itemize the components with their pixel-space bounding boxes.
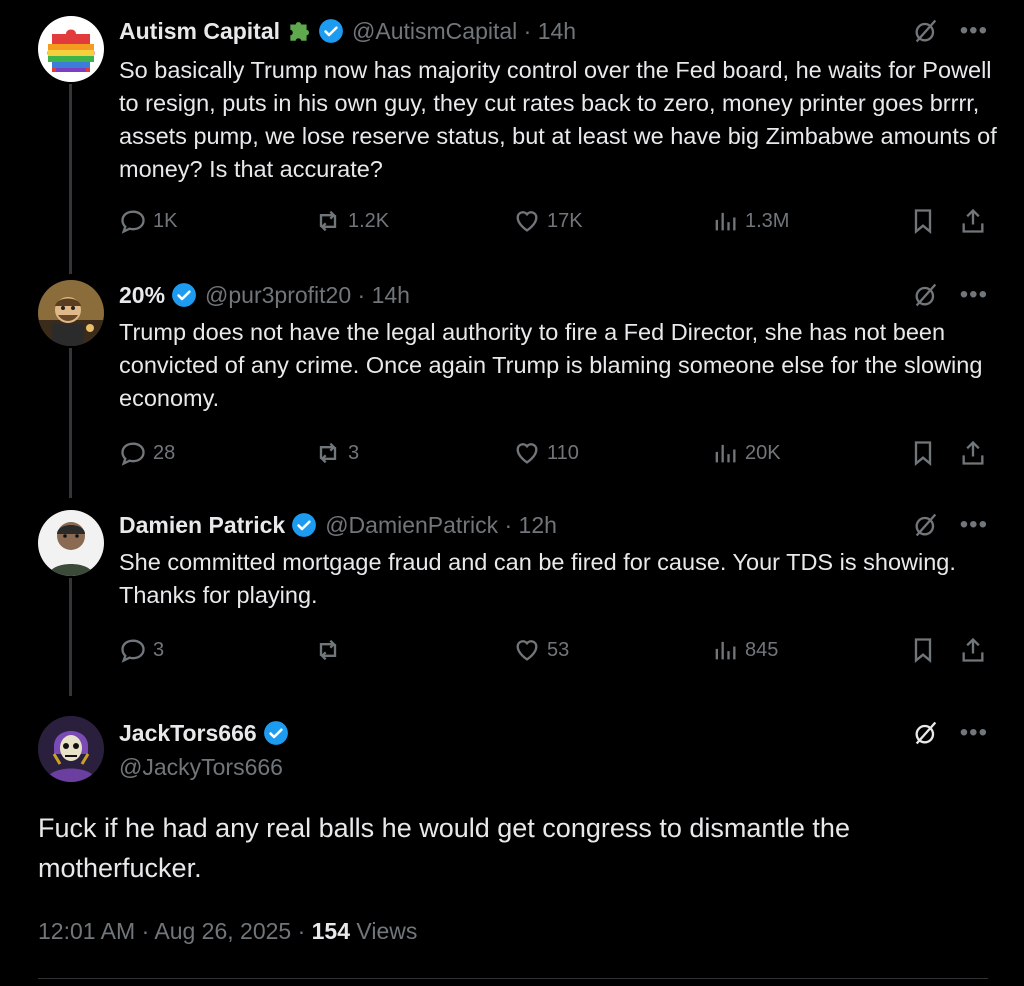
avatar[interactable] (38, 510, 104, 576)
handle[interactable]: @JackyTors666 (119, 754, 283, 781)
avatar[interactable] (38, 16, 104, 82)
tweet-text: Trump does not have the legal authority … (119, 319, 983, 411)
tweet-header: Damien Patrick @DamienPatrick · 12h (119, 510, 557, 540)
like-button[interactable]: 53 (513, 635, 569, 665)
like-count: 53 (547, 638, 570, 661)
reply-count: 1K (153, 209, 178, 232)
repost-button[interactable] (314, 635, 348, 665)
tweet-top-actions: ••• (912, 718, 988, 748)
share-icon (962, 208, 984, 233)
tweet[interactable]: 20% @pur3profit20 · 14h ••• Trump does n… (0, 280, 1024, 490)
main-tweet-header: JackTors666 @JackyTors666 (119, 716, 289, 784)
display-name[interactable]: JackTors666 (119, 720, 257, 747)
display-name[interactable]: Damien Patrick (119, 512, 285, 539)
avatar[interactable] (38, 716, 104, 782)
views-button[interactable]: 1.3M (711, 206, 789, 236)
reply-button[interactable]: 28 (119, 438, 175, 468)
puzzle-icon (290, 22, 310, 41)
action-bar: 3 53 845 (119, 635, 989, 665)
verified-badge-icon (319, 19, 343, 43)
action-bar: 28 3 110 20K (119, 438, 989, 468)
bookmark-button[interactable] (909, 635, 937, 665)
views-icon (715, 444, 736, 463)
tweet-top-actions: ••• (912, 16, 988, 46)
divider (38, 978, 988, 979)
view-count: 1.3M (745, 209, 790, 232)
tweet-text: She committed mortgage fraud and can be … (119, 549, 956, 608)
bookmark-icon (914, 638, 932, 663)
views-count: 154 (311, 918, 351, 944)
more-icon[interactable]: ••• (960, 283, 988, 307)
handle-and-time[interactable]: @AutismCapital · 14h (352, 18, 576, 45)
views-button[interactable]: 845 (711, 635, 778, 665)
bookmark-button[interactable] (909, 438, 937, 468)
reply-button[interactable]: 3 (119, 635, 164, 665)
tweet-text: So basically Trump now has majority cont… (119, 57, 997, 182)
repost-count: 1.2K (348, 209, 390, 232)
like-button[interactable]: 110 (513, 438, 579, 468)
share-icon (962, 440, 984, 465)
like-count: 110 (547, 441, 579, 464)
tweet-text: Fuck if he had any real balls he would g… (38, 813, 850, 883)
like-count: 17K (547, 209, 583, 232)
views-icon (715, 212, 736, 231)
avatar[interactable] (38, 280, 104, 346)
display-name[interactable]: 20% (119, 282, 165, 309)
handle-and-time[interactable]: @pur3profit20 · 14h (205, 282, 410, 309)
like-button[interactable]: 17K (513, 206, 583, 236)
handle-and-time[interactable]: @DamienPatrick · 12h (325, 512, 557, 539)
heart-icon (516, 443, 538, 464)
more-icon[interactable]: ••• (960, 721, 988, 745)
main-tweet: JackTors666 @JackyTors666 ••• Fuck if he… (0, 716, 1024, 986)
more-icon[interactable]: ••• (960, 19, 988, 43)
verified-badge-icon (263, 721, 288, 745)
action-bar: 1K 1.2K 17K 1.3M (119, 206, 989, 236)
reply-icon (121, 442, 145, 466)
verified-badge-icon (292, 513, 317, 537)
display-name[interactable]: Autism Capital (119, 18, 280, 45)
grok-icon[interactable] (912, 281, 940, 309)
share-button[interactable] (959, 206, 987, 236)
tweet[interactable]: Damien Patrick @DamienPatrick · 12h ••• … (0, 510, 1024, 680)
views-button[interactable]: 20K (711, 438, 781, 468)
bookmark-icon (914, 209, 932, 234)
grok-icon[interactable] (912, 511, 940, 539)
repost-icon (319, 639, 337, 661)
tweet-header: 20% @pur3profit20 · 14h (119, 280, 410, 310)
repost-button[interactable]: 3 (314, 438, 359, 468)
repost-icon (319, 210, 337, 232)
tweet-top-actions: ••• (912, 510, 988, 540)
tweet-meta: 12:01 AM · Aug 26, 2025 · 154 Views (38, 918, 417, 945)
repost-button[interactable]: 1.2K (314, 206, 389, 236)
reply-icon (121, 639, 145, 663)
more-icon[interactable]: ••• (960, 513, 988, 537)
view-count: 845 (745, 638, 779, 661)
verified-badge-icon (172, 283, 196, 307)
reply-count: 3 (153, 638, 165, 661)
reply-button[interactable]: 1K (119, 206, 177, 236)
share-icon (962, 637, 984, 662)
repost-count: 3 (348, 441, 360, 464)
reply-count: 28 (153, 441, 176, 464)
reply-icon (121, 210, 145, 234)
share-button[interactable] (959, 438, 987, 468)
bookmark-button[interactable] (909, 206, 937, 236)
heart-icon (516, 211, 538, 232)
tweet-top-actions: ••• (912, 280, 988, 310)
views-icon (715, 641, 736, 660)
tweet-header: Autism Capital @AutismCapital · 14h (119, 16, 576, 46)
grok-icon[interactable] (912, 719, 940, 747)
heart-icon (516, 640, 538, 661)
bookmark-icon (914, 441, 932, 466)
grok-icon[interactable] (912, 17, 940, 45)
repost-icon (319, 442, 337, 464)
views-label: Views (350, 918, 418, 944)
timestamp[interactable]: 12:01 AM · Aug 26, 2025 · (38, 918, 312, 944)
tweet[interactable]: Autism Capital @AutismCapital · 14h ••• … (0, 16, 1024, 246)
share-button[interactable] (959, 635, 987, 665)
view-count: 20K (745, 441, 781, 464)
